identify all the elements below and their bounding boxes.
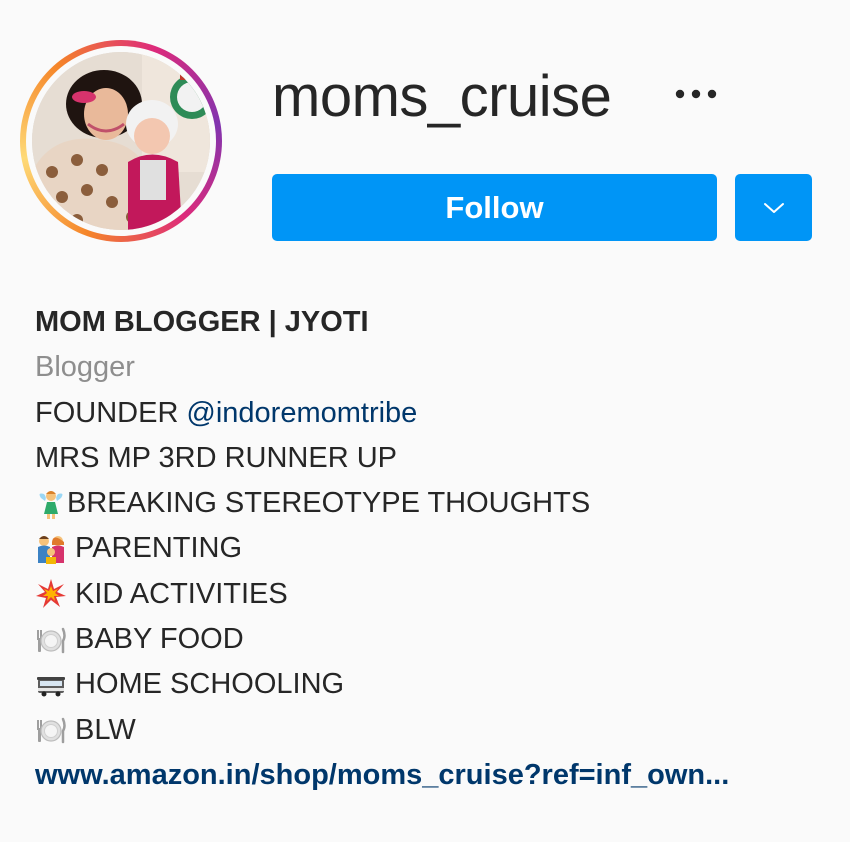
follow-button[interactable]: Follow — [272, 174, 717, 241]
more-options-button[interactable] — [668, 76, 724, 112]
fairy-emoji-icon — [35, 488, 67, 520]
profile-picture-story-ring[interactable] — [20, 40, 222, 242]
bio-line-text: HOME SCHOOLING — [75, 668, 345, 701]
bio-line-founder: FOUNDER @indoremomtribe — [35, 391, 835, 436]
bio-line: HOME SCHOOLING — [35, 662, 835, 707]
bio-line-text: MRS MP 3RD RUNNER UP — [35, 441, 398, 474]
bio-line-text: BABY FOOD — [75, 623, 244, 656]
school-bus-emoji-icon — [35, 669, 67, 701]
bio-line-text: BREAKING STEREOTYPE THOUGHTS — [67, 487, 591, 520]
family-emoji-icon — [35, 533, 67, 565]
plate-cutlery-emoji-icon — [35, 714, 67, 746]
profile-full-name: MOM BLOGGER | JYOTI — [35, 306, 369, 338]
founder-text: FOUNDER — [35, 396, 179, 429]
avatar-photo — [32, 52, 210, 230]
bio-line-text: BLW — [75, 713, 136, 746]
bio-line-text: PARENTING — [75, 532, 243, 565]
profile-avatar[interactable] — [32, 52, 210, 230]
bio-line-text: KID ACTIVITIES — [75, 577, 288, 610]
website-link[interactable]: www.amazon.in/shop/moms_cruise?ref=inf_o… — [35, 753, 729, 798]
avatar-gap — [26, 46, 216, 236]
profile-username: moms_cruise — [272, 64, 612, 129]
bio-line: KID ACTIVITIES — [35, 572, 835, 617]
bio-line-website: www.amazon.in/shop/moms_cruise?ref=inf_o… — [35, 753, 835, 798]
bio-line: MRS MP 3RD RUNNER UP — [35, 436, 835, 481]
bio-line: BREAKING STEREOTYPE THOUGHTS — [35, 481, 835, 526]
chevron-down-icon — [763, 202, 784, 213]
suggested-accounts-dropdown-button[interactable] — [735, 174, 812, 241]
bio-line: PARENTING — [35, 526, 835, 571]
bio-line: BABY FOOD — [35, 617, 835, 662]
collision-emoji-icon — [35, 578, 67, 610]
profile-category: Blogger — [35, 351, 135, 384]
profile-bio: MOM BLOGGER | JYOTI Blogger FOUNDER @ind… — [35, 300, 835, 798]
plate-cutlery-emoji-icon — [35, 624, 67, 656]
bio-line: BLW — [35, 708, 835, 753]
mention-link[interactable]: @indoremomtribe — [186, 391, 417, 436]
more-horizontal-icon — [675, 89, 717, 99]
